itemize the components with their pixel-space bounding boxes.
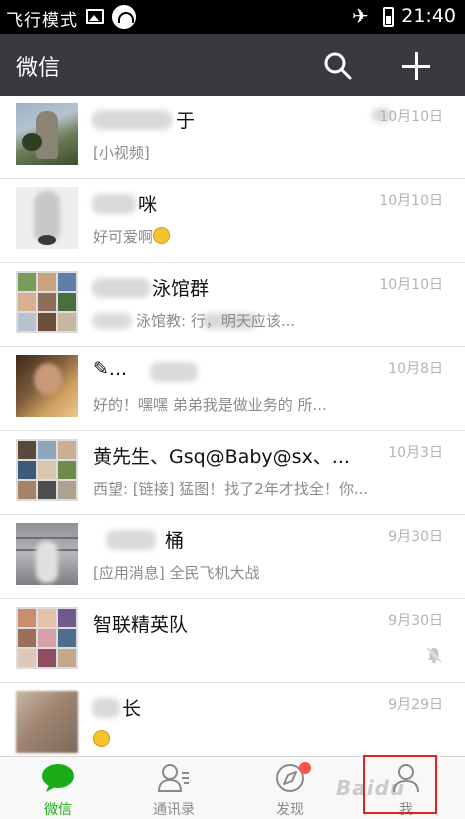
group-avatar	[16, 607, 78, 669]
avatar	[16, 355, 78, 417]
wifi-icon	[112, 5, 136, 29]
image-icon	[86, 9, 104, 24]
chat-row[interactable]: 于 [小视频] 10月10日	[0, 96, 465, 179]
chat-row[interactable]: 桶 [应用消息] 全民飞机大战 9月30日	[0, 516, 465, 599]
chat-preview: 泳馆教: 行，明天应该...	[136, 312, 296, 330]
chat-row[interactable]: 智联精英队 9月30日	[0, 600, 465, 683]
chat-row[interactable]: 泳馆群 泳馆教: 行，明天应该... 10月10日	[0, 264, 465, 347]
chat-time: 10月10日	[379, 277, 443, 293]
contacts-icon	[157, 764, 189, 792]
chat-name: 黄先生、Gsq@Baby@sx、...	[93, 446, 350, 468]
avatar	[16, 103, 78, 165]
chat-bubble-icon	[42, 764, 74, 792]
avatar	[16, 523, 78, 585]
search-icon[interactable]	[323, 51, 353, 81]
status-bar: 飞行模式 ✈ 21:40	[0, 0, 465, 34]
chat-time: 10月10日	[379, 109, 443, 125]
chat-name: 于	[176, 110, 196, 132]
chat-preview: 好的！嘿嘿 弟弟我是做业务的 所...	[93, 396, 327, 414]
chat-name: 咪	[138, 194, 158, 216]
chat-list: 于 [小视频] 10月10日 咪 好可爱啊 10月10日 泳馆群 泳馆教: 行，…	[0, 96, 465, 756]
highlight-box	[363, 755, 437, 814]
chat-time: 9月30日	[388, 613, 443, 629]
tab-chats[interactable]: 微信	[0, 757, 116, 819]
chat-name: ✎...	[93, 358, 128, 380]
status-time: 21:40	[401, 5, 456, 27]
plus-icon[interactable]	[400, 50, 432, 82]
chat-time: 10月10日	[379, 193, 443, 209]
smile-emoji-icon	[93, 730, 110, 747]
chat-time: 10月8日	[388, 361, 443, 377]
chat-name: 泳馆群	[152, 278, 210, 300]
airplane-icon: ✈	[352, 4, 369, 28]
chat-preview: [应用消息] 全民飞机大战	[93, 564, 260, 582]
chat-preview: [小视频]	[93, 144, 150, 162]
chat-preview	[93, 730, 110, 749]
tab-discover[interactable]: 发现	[232, 757, 348, 819]
chat-time: 9月30日	[388, 529, 443, 545]
page-title: 微信	[16, 56, 61, 81]
app-header: 微信	[0, 34, 465, 96]
discover-badge	[299, 762, 311, 774]
chat-time: 10月3日	[388, 445, 443, 461]
chat-row[interactable]: ✎... 好的！嘿嘿 弟弟我是做业务的 所... 10月8日	[0, 348, 465, 431]
airplane-mode-label: 飞行模式	[6, 11, 78, 31]
group-avatar	[16, 439, 78, 501]
chat-preview: 西望: [链接] 猛图！找了2年才找全！你...	[93, 480, 369, 498]
chat-row[interactable]: 黄先生、Gsq@Baby@sx、... 西望: [链接] 猛图！找了2年才找全！…	[0, 432, 465, 515]
smile-emoji-icon	[153, 227, 171, 244]
tab-label: 通讯录	[153, 802, 195, 818]
chat-row[interactable]: 咪 好可爱啊 10月10日	[0, 180, 465, 263]
avatar	[16, 691, 78, 753]
chat-time: 9月29日	[388, 697, 443, 713]
chat-row[interactable]: 长 9月29日	[0, 684, 465, 756]
chat-name: 智联精英队	[93, 614, 189, 636]
chat-name: 长	[122, 698, 142, 720]
tab-contacts[interactable]: 通讯录	[116, 757, 232, 819]
tab-label: 微信	[44, 802, 72, 818]
chat-preview: 好可爱啊	[93, 226, 171, 247]
tab-label: 发现	[276, 802, 304, 818]
mute-bell-icon	[426, 647, 442, 664]
avatar	[16, 187, 78, 249]
battery-icon	[383, 7, 394, 27]
group-avatar	[16, 271, 78, 333]
